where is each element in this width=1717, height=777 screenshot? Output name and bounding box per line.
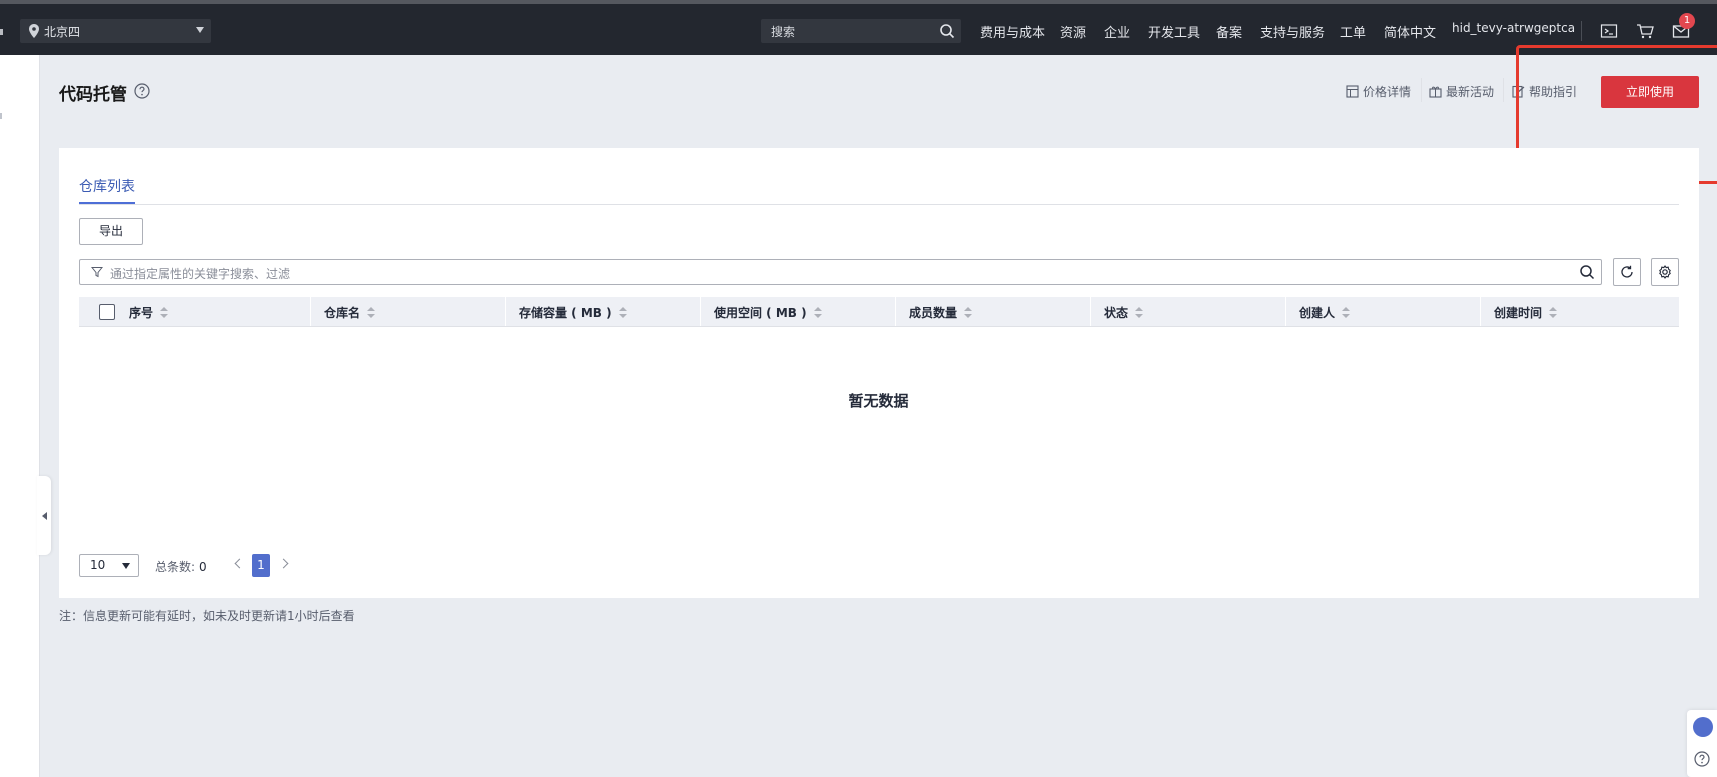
location-pin-icon — [29, 24, 39, 38]
region-selector[interactable]: 北京四 — [20, 19, 211, 43]
page-size-value: 10 — [90, 558, 106, 572]
help-question-icon[interactable] — [1694, 751, 1710, 767]
sidebar-collapse-button[interactable] — [37, 476, 51, 555]
tab-repository-list[interactable]: 仓库列表 — [79, 176, 135, 196]
column-header-status[interactable]: 状态 — [1104, 304, 1144, 321]
table-icon — [1346, 85, 1359, 98]
column-header-index[interactable]: 序号 — [129, 304, 169, 321]
toolbar-divider — [1503, 78, 1504, 102]
chevron-left-icon — [42, 512, 47, 520]
price-details-label: 价格详情 — [1363, 85, 1412, 99]
sort-icon[interactable] — [618, 306, 627, 319]
message-count-badge: 1 — [1679, 13, 1695, 29]
sort-icon[interactable] — [1549, 306, 1558, 319]
filter-icon — [91, 267, 103, 278]
column-title: 使用空间 ( MB ) — [714, 306, 807, 320]
latest-activities-label: 最新活动 — [1446, 85, 1495, 99]
update-delay-note: 注：信息更新可能有延时，如未及时更新请1小时后查看 — [59, 609, 355, 623]
column-title: 成员数量 — [909, 306, 958, 320]
column-header-created-time[interactable]: 创建时间 — [1494, 304, 1558, 321]
column-separator — [1090, 297, 1091, 326]
current-page-button[interactable]: 1 — [252, 554, 270, 577]
table-settings-button[interactable] — [1651, 258, 1679, 286]
page-size-select[interactable]: 10 — [79, 554, 139, 577]
sort-icon[interactable] — [160, 306, 169, 319]
nav-enterprise[interactable]: 企业 — [1104, 22, 1130, 41]
nav-filing[interactable]: 备案 — [1216, 22, 1242, 41]
chevron-down-icon — [122, 563, 130, 569]
select-all-checkbox[interactable] — [99, 304, 115, 320]
total-count: 总条数: 0 — [155, 558, 207, 575]
tabs-divider — [79, 204, 1679, 205]
help-question-icon[interactable] — [134, 83, 150, 99]
sort-icon[interactable] — [1342, 306, 1351, 319]
column-title: 状态 — [1104, 306, 1129, 320]
column-header-creator[interactable]: 创建人 — [1299, 304, 1351, 321]
toolbar-divider — [1421, 78, 1422, 102]
customer-service-icon[interactable] — [1693, 717, 1713, 737]
nav-dev-tools[interactable]: 开发工具 — [1148, 22, 1200, 41]
top-navigation-bar: 北京四 搜索 费用与成本 资源 企业 开发工具 备案 支持与服务 工单 简体中文… — [0, 4, 1717, 55]
column-title: 创建人 — [1299, 306, 1336, 320]
column-separator — [505, 297, 506, 326]
column-separator — [310, 297, 311, 326]
region-label: 北京四 — [44, 24, 81, 39]
column-header-used-space[interactable]: 使用空间 ( MB ) — [714, 304, 822, 321]
gear-icon — [1659, 265, 1671, 279]
gift-icon — [1429, 86, 1442, 98]
total-value: 0 — [199, 560, 207, 574]
filter-search-input[interactable]: 通过指定属性的关键字搜索、过滤 — [79, 259, 1602, 285]
sidebar-panel — [0, 55, 39, 777]
sort-icon[interactable] — [964, 306, 973, 319]
sort-icon[interactable] — [1135, 306, 1144, 319]
nav-support[interactable]: 支持与服务 — [1260, 22, 1325, 41]
sort-icon[interactable] — [813, 306, 822, 319]
column-title: 存储容量 ( MB ) — [519, 306, 612, 320]
chevron-down-icon — [196, 27, 204, 33]
empty-state-text: 暂无数据 — [848, 392, 909, 410]
search-icon[interactable] — [1579, 264, 1595, 280]
column-header-repo-name[interactable]: 仓库名 — [324, 304, 376, 321]
sidebar-marker — [0, 113, 2, 119]
column-separator — [1285, 297, 1286, 326]
filter-placeholder: 通过指定属性的关键字搜索、过滤 — [110, 267, 291, 281]
column-title: 序号 — [129, 306, 154, 320]
nav-divider — [1581, 21, 1582, 41]
price-details-link[interactable]: 价格详情 — [1346, 83, 1411, 100]
total-label: 总条数: — [155, 560, 196, 574]
table-header-divider — [79, 326, 1679, 327]
column-title: 创建时间 — [1494, 306, 1543, 320]
refresh-button[interactable] — [1613, 258, 1641, 286]
repository-list-card — [59, 148, 1699, 598]
search-icon[interactable] — [939, 23, 955, 39]
column-separator — [700, 297, 701, 326]
nav-language[interactable]: 简体中文 — [1384, 22, 1436, 41]
user-account[interactable]: hid_tevy-atrwgeptca — [1452, 21, 1575, 35]
search-placeholder: 搜索 — [771, 24, 796, 39]
refresh-icon — [1621, 265, 1633, 278]
table-header-row — [79, 297, 1679, 326]
cart-icon[interactable] — [1636, 23, 1654, 39]
terminal-icon[interactable] — [1600, 23, 1618, 39]
nav-billing[interactable]: 费用与成本 — [980, 22, 1045, 41]
column-header-members[interactable]: 成员数量 — [909, 304, 973, 321]
column-header-storage[interactable]: 存储容量 ( MB ) — [519, 304, 627, 321]
column-title: 仓库名 — [324, 306, 361, 320]
export-button[interactable]: 导出 — [79, 218, 143, 245]
page-title: 代码托管 — [59, 85, 127, 105]
left-edge-arrow-icon[interactable] — [0, 29, 7, 35]
sidebar-border — [39, 55, 40, 777]
nav-tickets[interactable]: 工单 — [1340, 22, 1366, 41]
global-search-input[interactable]: 搜索 — [761, 19, 961, 43]
sort-icon[interactable] — [367, 306, 376, 319]
column-separator — [895, 297, 896, 326]
latest-activities-link[interactable]: 最新活动 — [1429, 83, 1494, 100]
column-separator — [1480, 297, 1481, 326]
nav-resources[interactable]: 资源 — [1060, 22, 1086, 41]
